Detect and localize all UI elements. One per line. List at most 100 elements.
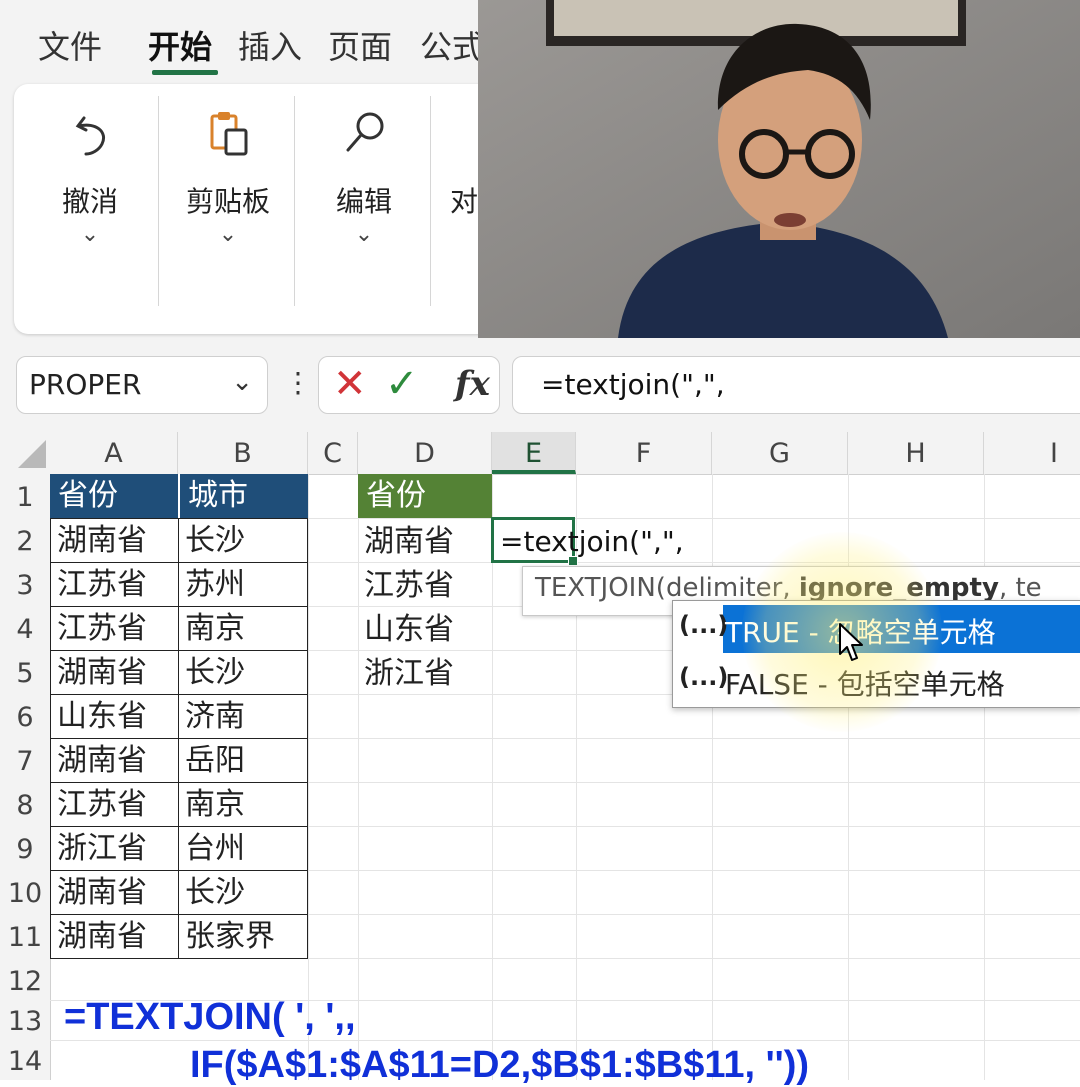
name-box-value: PROPER bbox=[29, 368, 142, 401]
row-header[interactable]: 13 bbox=[0, 1000, 50, 1044]
table-cell[interactable]: 长沙 bbox=[178, 650, 308, 695]
undo-icon bbox=[75, 116, 105, 156]
option-true[interactable]: (...) TRUE - 忽略空单元格 bbox=[673, 603, 1080, 653]
tooltip-signature[interactable]: TEXTJOIN(delimiter, bbox=[535, 573, 799, 603]
cell-d4[interactable]: 山东省 bbox=[364, 608, 454, 652]
tab-formulas[interactable]: 公式 bbox=[420, 22, 484, 68]
table-cell[interactable]: 湖南省 bbox=[50, 518, 179, 563]
chevron-down-icon: ⌄ bbox=[80, 222, 100, 247]
column-header-i[interactable]: I bbox=[984, 432, 1080, 474]
row-header[interactable]: 1 bbox=[0, 476, 50, 520]
tab-page-layout[interactable]: 页面 bbox=[328, 22, 392, 68]
table-cell[interactable]: 岳阳 bbox=[178, 738, 308, 783]
annotation-line-1: =TEXTJOIN( ', ',, bbox=[64, 996, 356, 1038]
undo-label: 撤消 bbox=[61, 185, 118, 218]
name-box[interactable]: PROPER ⌄ bbox=[16, 356, 268, 414]
cell-a1[interactable]: 省份 bbox=[50, 474, 178, 518]
cell-b1[interactable]: 城市 bbox=[178, 474, 308, 518]
column-header-b[interactable]: B bbox=[178, 432, 308, 474]
table-cell[interactable]: 台州 bbox=[178, 826, 308, 871]
enter-icon[interactable]: ✓ bbox=[385, 361, 419, 407]
editing-button[interactable]: 编辑 ⌄ bbox=[298, 84, 430, 334]
clipboard-icon bbox=[210, 112, 248, 156]
table-cell[interactable]: 江苏省 bbox=[50, 782, 179, 827]
cell-d5[interactable]: 浙江省 bbox=[364, 652, 454, 696]
autocomplete-dropdown: (...) TRUE - 忽略空单元格 (...) FALSE - 包括空单元格 bbox=[672, 600, 1080, 708]
chevron-down-icon: ⌄ bbox=[354, 222, 374, 247]
tab-file[interactable]: 文件 bbox=[38, 22, 102, 68]
chevron-down-icon: ⌄ bbox=[218, 222, 238, 247]
annotation-line-2: IF($A$1:$A$11=D2,$B$1:$B$11, '')) bbox=[190, 1044, 810, 1086]
column-header-c[interactable]: C bbox=[308, 432, 358, 474]
column-header-d[interactable]: D bbox=[358, 432, 492, 474]
column-header-f[interactable]: F bbox=[576, 432, 712, 474]
cell-d3[interactable]: 江苏省 bbox=[364, 564, 454, 608]
gridline bbox=[492, 474, 493, 1080]
row-header[interactable]: 11 bbox=[0, 916, 50, 960]
select-all-icon[interactable] bbox=[18, 440, 46, 468]
table-cell[interactable]: 张家界 bbox=[178, 914, 308, 959]
option-value-icon: (...) bbox=[679, 611, 729, 639]
active-tab-indicator bbox=[152, 70, 218, 75]
column-header-e[interactable]: E bbox=[492, 432, 576, 474]
presenter-video bbox=[478, 0, 1080, 338]
table-cell[interactable]: 苏州 bbox=[178, 562, 308, 607]
row-header[interactable]: 3 bbox=[0, 564, 50, 608]
cell-d2[interactable]: 湖南省 bbox=[364, 520, 454, 564]
mouse-pointer-icon bbox=[839, 623, 863, 661]
editing-label: 编辑 bbox=[335, 185, 392, 218]
gridline bbox=[712, 474, 713, 1080]
table-cell[interactable]: 江苏省 bbox=[50, 606, 179, 651]
clipboard-button[interactable]: 剪贴板 ⌄ bbox=[162, 84, 294, 334]
row-header[interactable]: 6 bbox=[0, 696, 50, 740]
gridline bbox=[308, 474, 309, 1080]
row-header[interactable]: 2 bbox=[0, 520, 50, 564]
clipboard-label: 剪贴板 bbox=[185, 185, 270, 218]
tooltip-rest: , te bbox=[998, 573, 1042, 603]
table-cell[interactable]: 湖南省 bbox=[50, 650, 179, 695]
gridline bbox=[358, 474, 359, 1080]
more-options-icon[interactable]: ⋮ bbox=[284, 366, 312, 399]
table-cell[interactable]: 南京 bbox=[178, 782, 308, 827]
group-divider bbox=[158, 96, 159, 306]
cell-d1[interactable]: 省份 bbox=[358, 474, 492, 518]
gridline bbox=[50, 1040, 1080, 1041]
table-cell[interactable]: 湖南省 bbox=[50, 738, 179, 783]
table-cell[interactable]: 长沙 bbox=[178, 870, 308, 915]
tab-insert[interactable]: 插入 bbox=[238, 22, 302, 68]
row-header[interactable]: 10 bbox=[0, 872, 50, 916]
undo-button[interactable]: 撤消 ⌄ bbox=[24, 84, 156, 334]
column-header-g[interactable]: G bbox=[712, 432, 848, 474]
table-cell[interactable]: 浙江省 bbox=[50, 826, 179, 871]
tooltip-current-arg[interactable]: ignore_empty bbox=[799, 573, 999, 603]
table-cell[interactable]: 南京 bbox=[178, 606, 308, 651]
cell-edit-text: =textjoin(",", bbox=[500, 525, 684, 558]
row-header[interactable]: 8 bbox=[0, 784, 50, 828]
chevron-down-icon[interactable]: ⌄ bbox=[231, 367, 253, 397]
formula-text: =textjoin(",", bbox=[541, 368, 725, 401]
row-header[interactable]: 14 bbox=[0, 1040, 50, 1084]
group-divider bbox=[294, 96, 295, 306]
table-cell[interactable]: 长沙 bbox=[178, 518, 308, 563]
table-cell[interactable]: 湖南省 bbox=[50, 870, 179, 915]
row-header[interactable]: 4 bbox=[0, 608, 50, 652]
table-cell[interactable]: 江苏省 bbox=[50, 562, 179, 607]
row-header[interactable]: 5 bbox=[0, 652, 50, 696]
formula-input[interactable]: =textjoin(",", bbox=[512, 356, 1080, 414]
table-cell[interactable]: 湖南省 bbox=[50, 914, 179, 959]
column-header-a[interactable]: A bbox=[50, 432, 178, 474]
search-icon bbox=[346, 112, 384, 152]
option-false[interactable]: (...) FALSE - 包括空单元格 bbox=[673, 655, 1080, 705]
group-divider bbox=[430, 96, 431, 306]
option-value-icon: (...) bbox=[679, 663, 729, 691]
gridline bbox=[848, 474, 849, 1080]
table-cell[interactable]: 山东省 bbox=[50, 694, 179, 739]
tab-home[interactable]: 开始 bbox=[148, 22, 212, 68]
row-header[interactable]: 7 bbox=[0, 740, 50, 784]
cancel-icon[interactable]: ✕ bbox=[333, 361, 367, 407]
row-header[interactable]: 9 bbox=[0, 828, 50, 872]
column-header-h[interactable]: H bbox=[848, 432, 984, 474]
insert-function-icon[interactable]: fx bbox=[455, 364, 490, 404]
table-cell[interactable]: 济南 bbox=[178, 694, 308, 739]
row-header[interactable]: 12 bbox=[0, 960, 50, 1004]
